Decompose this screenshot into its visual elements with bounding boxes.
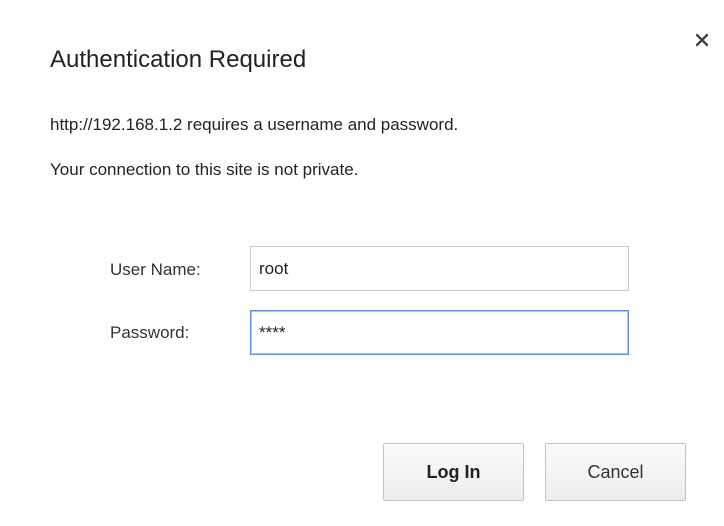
cancel-button[interactable]: Cancel (545, 443, 686, 501)
close-button[interactable] (690, 30, 714, 54)
login-button[interactable]: Log In (383, 443, 524, 501)
dialog-title: Authentication Required (50, 46, 307, 73)
password-label: Password: (110, 323, 190, 342)
auth-dialog: Authentication Required http://192.168.1… (0, 0, 724, 526)
password-input[interactable] (250, 310, 629, 355)
privacy-warning: Your connection to this site is not priv… (50, 160, 359, 179)
username-input[interactable] (250, 246, 629, 291)
close-icon (695, 33, 709, 52)
username-label: User Name: (110, 260, 201, 279)
auth-message: http://192.168.1.2 requires a username a… (50, 115, 459, 134)
